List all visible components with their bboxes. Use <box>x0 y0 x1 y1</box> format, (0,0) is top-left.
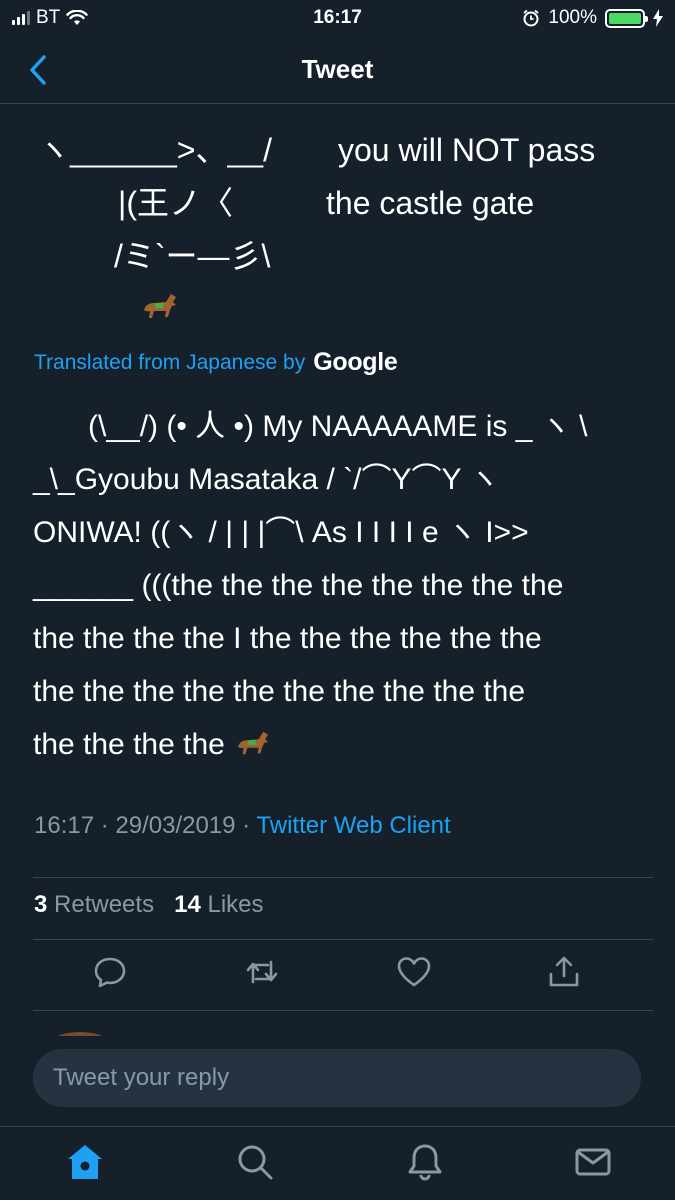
horse-emoji-icon <box>238 731 269 755</box>
tweet-detail: ヽ______>、__/ you will NOT pass |(王ノ〈 the… <box>0 104 675 1036</box>
translated-line: the the the the I the the the the the th… <box>33 622 542 655</box>
share-button[interactable] <box>546 954 582 990</box>
translated-line: (\__/) (• 人 •) My NAAAAAME is _ ヽ \ <box>88 410 588 443</box>
avatar <box>57 1032 103 1036</box>
translated-line: ______ (((the the the the the the the th… <box>33 569 564 602</box>
status-bar: BT 16:17 100% <box>0 0 675 36</box>
retweet-icon <box>246 960 278 984</box>
search-icon <box>238 1145 273 1180</box>
tweet-timestamp: 16:17 · 29/03/2019 · <box>34 812 257 839</box>
tab-bar <box>0 1126 675 1200</box>
speech-bubble-icon <box>94 957 126 988</box>
likes-count: 14 <box>174 891 201 918</box>
reply-input[interactable]: Tweet your reply <box>33 1049 641 1107</box>
translated-line: the the the the <box>33 728 225 761</box>
share-icon <box>549 956 579 987</box>
reply-bar: Tweet your reply <box>0 1036 675 1126</box>
likes-link[interactable]: 14 Likes <box>174 891 263 918</box>
translated-line-last: the the the the <box>33 718 648 771</box>
retweet-button[interactable] <box>244 954 280 990</box>
retweets-count: 3 <box>34 891 48 918</box>
divider <box>33 1010 653 1011</box>
divider <box>33 877 653 878</box>
retweets-label: Retweets <box>54 891 155 918</box>
tweet-stats: 3 Retweets 14 Likes <box>34 891 264 919</box>
navigation-header: Tweet <box>0 36 675 104</box>
status-bar-right: 100% <box>522 7 663 29</box>
retweets-link[interactable]: 3 Retweets <box>34 891 154 918</box>
battery-percent: 100% <box>548 7 597 28</box>
tab-notifications[interactable] <box>404 1141 446 1183</box>
charging-icon <box>653 9 663 27</box>
tweet-actions <box>0 954 675 1004</box>
tweet-ascii-art: ヽ______>、__/ you will NOT pass |(王ノ〈 the… <box>0 104 675 334</box>
horse-emoji-icon <box>144 294 176 318</box>
ascii-line: /ミ`ー―彡\ <box>114 238 271 274</box>
tab-home[interactable] <box>64 1141 106 1183</box>
tab-search[interactable] <box>234 1141 276 1183</box>
reply-button[interactable] <box>92 954 128 990</box>
next-reply-peek <box>40 1022 640 1036</box>
like-button[interactable] <box>396 954 432 990</box>
translation-attribution[interactable]: Translated from Japanese by Google <box>34 348 398 377</box>
translated-label: Translated from Japanese by <box>34 350 306 374</box>
ascii-line: ヽ______>、__/ <box>38 132 272 168</box>
google-logo: Google <box>313 348 398 376</box>
battery-icon <box>605 8 648 28</box>
alarm-icon <box>523 9 539 27</box>
translated-line: _\_Gyoubu Masataka / `/⌒Y⌒Y ヽ <box>33 463 500 496</box>
heart-icon <box>397 957 431 987</box>
tweet-client-link[interactable]: Twitter Web Client <box>256 812 450 839</box>
divider <box>33 939 653 940</box>
ascii-line: |(王ノ〈 <box>118 185 233 221</box>
home-icon <box>68 1145 102 1179</box>
translated-line: the the the the the the the the the the <box>33 675 526 708</box>
ascii-caption: the castle gate <box>326 185 535 221</box>
envelope-icon <box>575 1148 611 1176</box>
tweet-meta: 16:17 · 29/03/2019 · Twitter Web Client <box>34 812 451 840</box>
likes-label: Likes <box>207 891 264 918</box>
bell-icon <box>408 1144 442 1181</box>
translated-line: ONIWA! ((ヽ / | | |⌒\ As I I I I e ヽ I>> <box>33 516 529 549</box>
ascii-caption: you will NOT pass <box>338 132 596 168</box>
tab-messages[interactable] <box>572 1141 614 1183</box>
translated-text: (\__/) (• 人 •) My NAAAAAME is _ ヽ \ _\_G… <box>33 400 648 771</box>
page-title: Tweet <box>301 54 374 84</box>
